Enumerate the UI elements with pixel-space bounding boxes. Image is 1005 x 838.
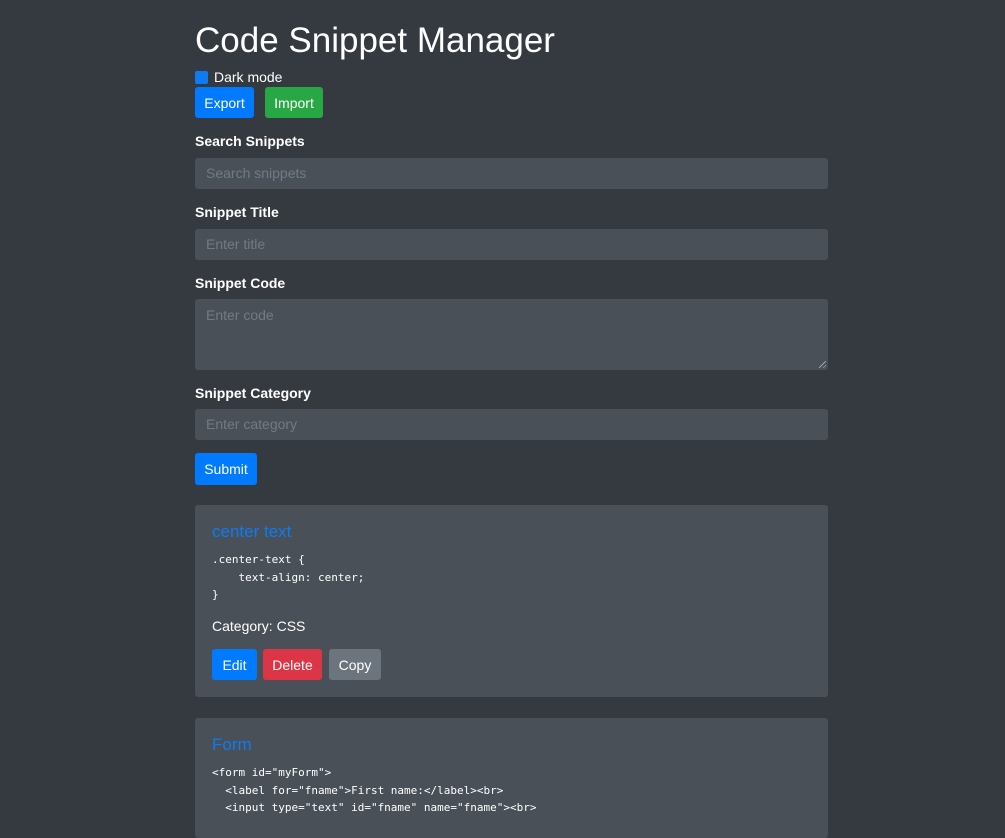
copy-button[interactable]: Copy: [329, 649, 381, 680]
snippet-code: .center-text { text-align: center; }: [212, 553, 365, 601]
submit-button[interactable]: Submit: [195, 453, 257, 485]
dark-mode-label: Dark mode: [214, 69, 283, 85]
snippet-category: Category: CSS: [212, 618, 306, 634]
export-button[interactable]: Export: [195, 87, 254, 118]
search-label: Search Snippets: [195, 133, 305, 149]
category-placeholder: Enter category: [206, 416, 298, 432]
code-placeholder: Enter code: [206, 307, 274, 323]
snippet-title: center text: [212, 522, 292, 541]
title-placeholder: Enter title: [206, 236, 266, 252]
code-label: Snippet Code: [195, 275, 286, 291]
delete-button[interactable]: Delete: [263, 649, 322, 680]
snippet-code: <form id="myForm"> <label for="fname">Fi…: [212, 766, 537, 814]
category-input[interactable]: Enter category: [195, 409, 828, 440]
dark-mode-toggle[interactable]: Dark mode: [195, 68, 282, 86]
resize-grip-icon[interactable]: [819, 361, 826, 368]
dark-mode-checkbox[interactable]: [195, 70, 208, 84]
page-title: Code Snippet Manager: [195, 21, 555, 60]
title-input[interactable]: Enter title: [195, 229, 828, 260]
title-label: Snippet Title: [195, 204, 279, 220]
search-placeholder: Search snippets: [206, 165, 307, 181]
category-label: Snippet Category: [195, 385, 311, 401]
snippet-title: Form: [212, 735, 252, 754]
import-button[interactable]: Import: [265, 87, 323, 118]
snippet-card: center text .center-text { text-align: c…: [195, 505, 828, 697]
search-input[interactable]: Search snippets: [195, 158, 828, 189]
edit-button[interactable]: Edit: [212, 649, 257, 680]
code-textarea[interactable]: Enter code: [195, 299, 828, 370]
snippet-card: Form <form id="myForm"> <label for="fnam…: [195, 718, 828, 838]
